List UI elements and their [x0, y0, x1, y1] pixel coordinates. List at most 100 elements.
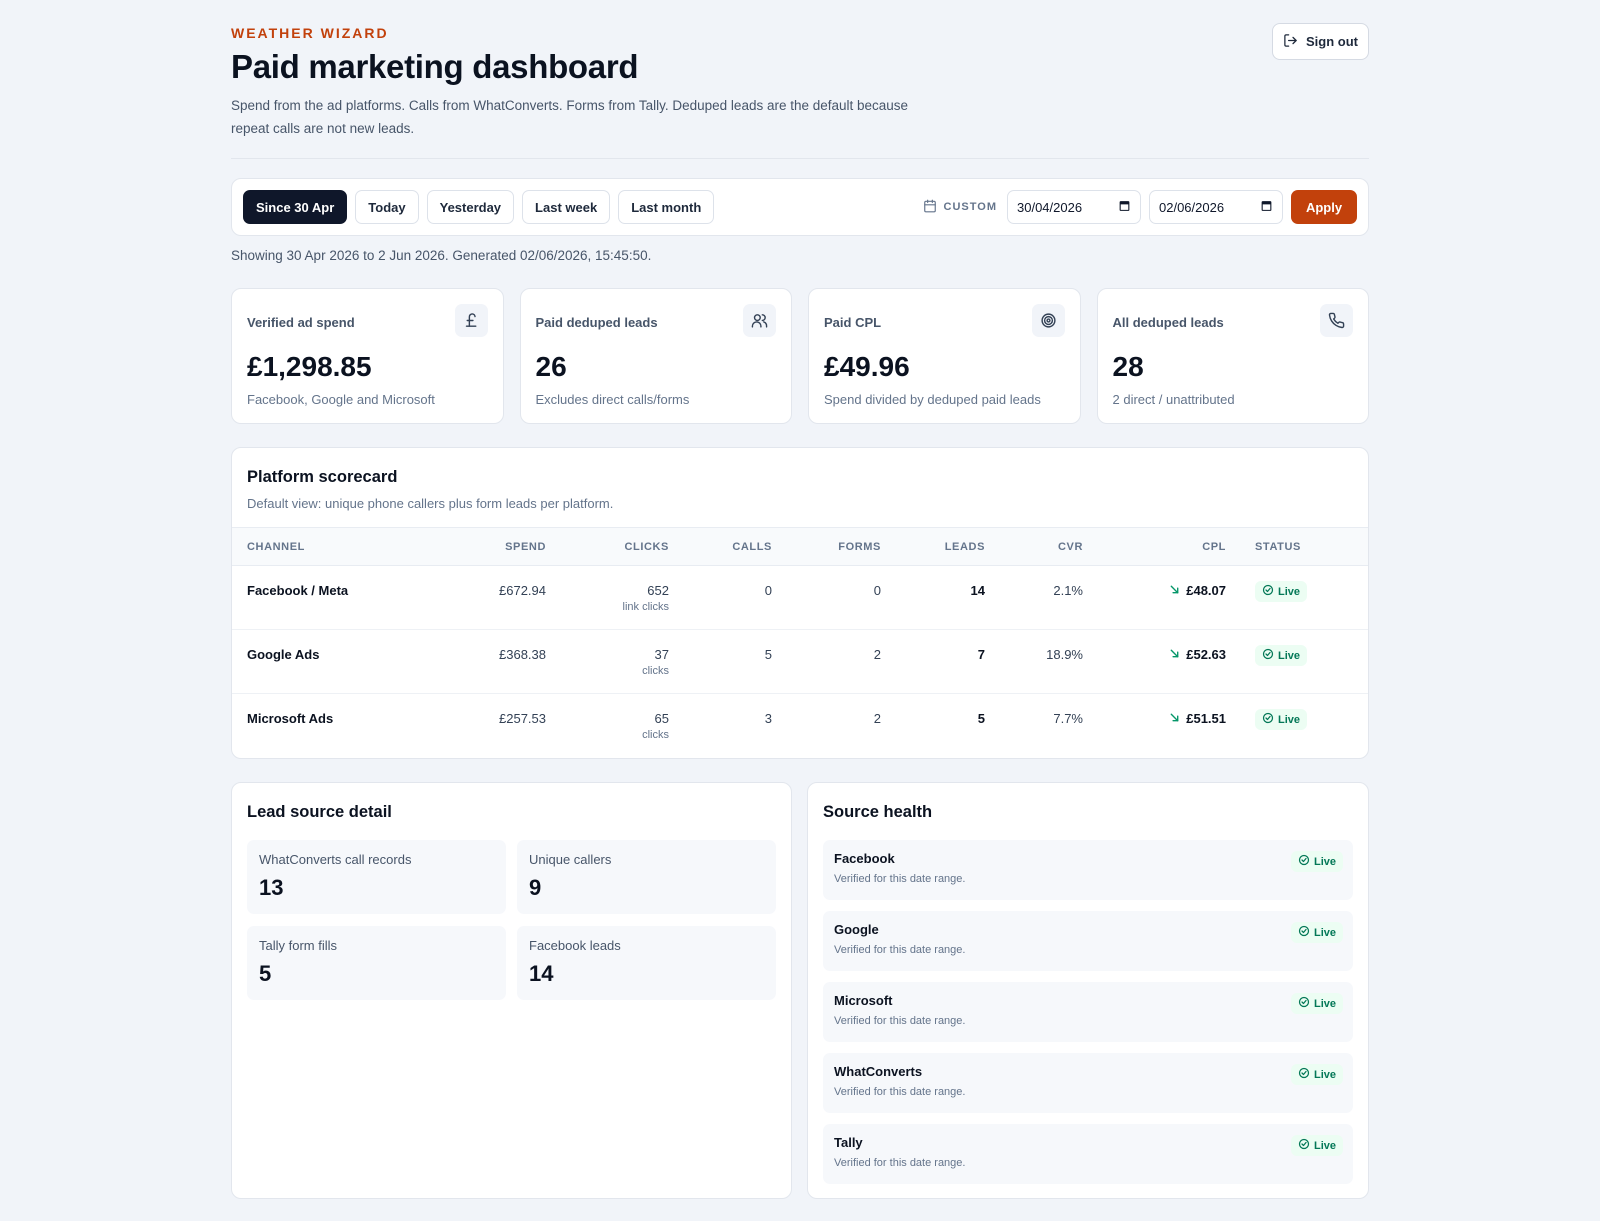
column-header: LEADS: [944, 540, 985, 553]
kpi-label: Paid deduped leads: [535, 315, 658, 330]
forms-cell: 0: [873, 583, 881, 598]
stat-value: 13: [259, 875, 284, 900]
table-row: Microsoft Ads £257.53 65 clicks 3 2 5 7.7…: [232, 694, 1368, 758]
date-picker-icon[interactable]: [1260, 199, 1273, 215]
kpi-card-paid-leads: Paid deduped leads 26 Excludes direct ca…: [519, 288, 792, 424]
table-row: Google Ads £368.38 37 clicks 5 2 7 18.9% …: [232, 630, 1368, 694]
calls-cell: 5: [764, 647, 772, 662]
leads-cell: 14: [970, 583, 985, 598]
check-circle-icon: [1262, 712, 1274, 727]
column-header: SPEND: [505, 540, 546, 553]
source-name: Microsoft: [834, 993, 893, 1008]
trend-down-icon: [1169, 647, 1180, 662]
scorecard-subtitle: Default view: unique phone callers plus …: [247, 496, 614, 511]
calendar-icon: [923, 199, 937, 216]
preset-yesterday[interactable]: Yesterday: [426, 190, 515, 224]
sign-out-label: Sign out: [1306, 34, 1358, 49]
trend-down-icon: [1169, 583, 1180, 598]
source-name: Google: [834, 922, 879, 937]
cpl-value: £52.63: [1186, 647, 1226, 662]
table-row: Facebook / Meta £672.94 652 link clicks 0…: [232, 566, 1368, 630]
cpl-cell: £51.51: [1083, 694, 1226, 758]
clicks-cell: 652 link clicks: [546, 566, 669, 630]
channel-name: Microsoft Ads: [247, 711, 334, 726]
status-badge: Live: [1255, 581, 1308, 602]
clicks-value: 65: [654, 711, 669, 726]
channel-name: Facebook / Meta: [247, 583, 349, 598]
source-note: Verified for this date range.: [834, 873, 966, 885]
kpi-label: All deduped leads: [1112, 315, 1224, 330]
source-health-title: Source health: [823, 803, 933, 821]
table-header-row: CHANNEL SPEND CLICKS CALLS FORMS LEADS C…: [232, 527, 1368, 566]
clicks-note: link clicks: [622, 601, 669, 613]
column-header: CLICKS: [624, 540, 669, 553]
kpi-value: £49.96: [824, 351, 910, 382]
status-badge: Live: [1290, 993, 1343, 1014]
preset-today[interactable]: Today: [355, 190, 419, 224]
lead-source-detail: Lead source detail WhatConverts call rec…: [231, 782, 792, 1199]
brand-label: WEATHER WIZARD: [231, 25, 389, 41]
status-badge: Live: [1290, 922, 1343, 943]
kpi-value: 28: [1112, 351, 1144, 382]
preset-last-week[interactable]: Last week: [522, 190, 611, 224]
leads-cell: 5: [977, 711, 985, 726]
kpi-row: Verified ad spend £1,298.85 Facebook, Go…: [231, 288, 1369, 424]
cpl-cell: £48.07: [1083, 566, 1226, 630]
stat-label: WhatConverts call records: [259, 852, 412, 867]
stat-label: Unique callers: [529, 852, 612, 867]
kpi-card-paid-cpl: Paid CPL £49.96 Spend divided by deduped…: [808, 288, 1081, 424]
check-circle-icon: [1298, 925, 1310, 940]
kpi-note: Excludes direct calls/forms: [535, 392, 690, 407]
status-label: Live: [1313, 1068, 1336, 1081]
status-label: Live: [1313, 926, 1336, 939]
status-cell: Live: [1226, 566, 1368, 630]
target-icon: [1031, 304, 1065, 337]
check-circle-icon: [1262, 584, 1274, 599]
list-item: Facebook Verified for this date range. L…: [823, 840, 1353, 900]
source-note: Verified for this date range.: [834, 944, 966, 956]
list-item: Tally Verified for this date range. Live: [823, 1124, 1353, 1184]
from-date-input[interactable]: 30/04/2026: [1007, 190, 1141, 224]
source-note: Verified for this date range.: [834, 1157, 966, 1169]
scorecard-title: Platform scorecard: [247, 468, 398, 486]
kpi-value: 26: [535, 351, 567, 382]
kpi-note: Spend divided by deduped paid leads: [824, 392, 1041, 407]
stat-label: Facebook leads: [529, 938, 621, 953]
scorecard-table: CHANNEL SPEND CLICKS CALLS FORMS LEADS C…: [232, 527, 1368, 758]
to-date-input[interactable]: 02/06/2026: [1149, 190, 1283, 224]
list-item: Google Verified for this date range. Liv…: [823, 911, 1353, 971]
status-badge: Live: [1290, 851, 1343, 872]
spend-cell: £257.53: [499, 711, 546, 726]
clicks-value: 652: [647, 583, 669, 598]
stat-value: 9: [529, 875, 542, 900]
platform-scorecard: Platform scorecard Default view: unique …: [231, 447, 1369, 759]
check-circle-icon: [1298, 996, 1310, 1011]
status-cell: Live: [1226, 630, 1368, 694]
pound-icon: [454, 304, 488, 337]
clicks-note: clicks: [642, 729, 669, 741]
status-label: Live: [1313, 997, 1336, 1010]
stat-tile: Unique callers 9: [517, 840, 776, 914]
column-header: FORMS: [838, 540, 881, 553]
date-picker-icon[interactable]: [1118, 199, 1131, 215]
spend-cell: £672.94: [499, 583, 546, 598]
column-header: CHANNEL: [247, 540, 305, 553]
cvr-cell: 18.9%: [1046, 647, 1083, 662]
cpl-value: £51.51: [1186, 711, 1226, 726]
apply-button[interactable]: Apply: [1291, 190, 1357, 224]
kpi-note: 2 direct / unattributed: [1112, 392, 1235, 407]
cvr-cell: 7.7%: [1053, 711, 1083, 726]
status-label: Live: [1278, 713, 1301, 726]
page-header: WEATHER WIZARD Paid marketing dashboard …: [231, 0, 1369, 159]
status-badge: Live: [1290, 1135, 1343, 1156]
date-range-summary: Showing 30 Apr 2026 to 2 Jun 2026. Gener…: [231, 248, 652, 263]
sign-out-button[interactable]: Sign out: [1272, 23, 1369, 60]
status-label: Live: [1278, 585, 1301, 598]
sign-out-icon: [1283, 33, 1298, 51]
clicks-cell: 37 clicks: [546, 630, 669, 694]
status-label: Live: [1313, 855, 1336, 868]
check-circle-icon: [1262, 648, 1274, 663]
preset-last-month[interactable]: Last month: [618, 190, 715, 224]
kpi-card-all-leads: All deduped leads 28 2 direct / unattrib…: [1096, 288, 1369, 424]
preset-since-30-apr[interactable]: Since 30 Apr: [243, 190, 348, 224]
